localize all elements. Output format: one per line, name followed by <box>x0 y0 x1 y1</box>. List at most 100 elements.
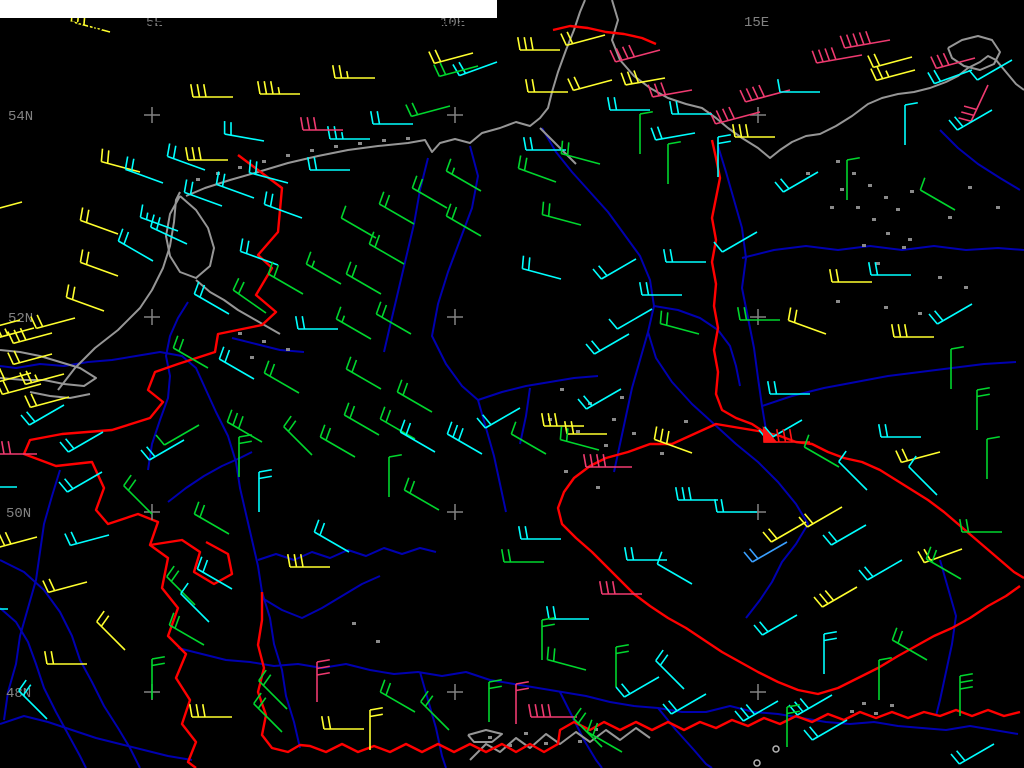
wind-barb <box>42 578 88 594</box>
wind-barb <box>510 421 547 455</box>
terrain-speck <box>862 244 866 247</box>
wind-barb <box>586 719 623 753</box>
wind-barb <box>452 61 498 77</box>
wind-barb <box>263 360 300 394</box>
map-title-text: SON 02.03.08 00:00 UTC Bodenwettermeldun… <box>17 19 494 34</box>
wind-barb <box>500 549 544 563</box>
wind-barb <box>762 426 810 443</box>
wind-barb <box>986 435 1000 479</box>
wind-barb <box>379 679 416 713</box>
graticule-label: 15E <box>744 15 769 31</box>
wind-barb <box>919 177 956 211</box>
terrain-speck <box>852 172 856 175</box>
river <box>939 129 1021 191</box>
river <box>935 559 957 717</box>
terrain-speck <box>902 246 906 249</box>
terrain-speck <box>286 154 290 157</box>
wind-barb <box>124 156 164 184</box>
terrain-speck <box>968 186 972 189</box>
wind-barb <box>331 65 375 79</box>
wind-barb <box>232 277 267 314</box>
terrain-speck <box>564 470 568 473</box>
wind-barb <box>517 526 561 540</box>
terrain-speck <box>886 232 890 235</box>
calm-station-icon <box>753 759 761 767</box>
wind-barb <box>976 386 990 430</box>
river <box>761 361 1017 407</box>
river <box>0 715 193 761</box>
wind-barb <box>928 303 973 325</box>
wind-barb <box>20 404 65 426</box>
wind-barb <box>0 367 32 383</box>
terrain-speck <box>964 286 968 289</box>
wind-barb <box>403 477 440 511</box>
wind-barb <box>267 261 304 295</box>
terrain-speck <box>286 348 290 351</box>
terrain-speck <box>856 206 860 209</box>
wind-barb <box>345 356 382 390</box>
wind-barb <box>155 424 200 446</box>
river <box>147 301 189 471</box>
wind-barb <box>585 333 630 355</box>
wind-barb <box>59 431 104 453</box>
terrain-speck <box>632 432 636 435</box>
wind-barb <box>823 630 837 674</box>
calm-station-icon <box>772 745 780 753</box>
wind-barb <box>123 474 153 515</box>
terrain-speck <box>310 149 314 152</box>
wind-barb <box>650 126 696 141</box>
wind-barb <box>64 531 110 547</box>
terrain-speck <box>884 196 888 199</box>
terrain-speck <box>840 188 844 191</box>
wind-barb <box>904 101 918 145</box>
wind-barb <box>734 700 779 722</box>
wind-barb <box>541 201 582 226</box>
country-border <box>710 139 765 433</box>
terrain-speck <box>836 160 840 163</box>
wind-barb <box>813 586 858 608</box>
wind-barb <box>895 448 941 464</box>
wind-barb <box>313 519 350 553</box>
river <box>519 387 531 445</box>
wind-barb <box>606 97 650 111</box>
weather-map-app: 5E10E15E54N52N50N48N SON 02.03.08 00:00 … <box>0 0 1024 768</box>
wind-barb <box>717 133 731 177</box>
terrain-speck <box>544 742 548 745</box>
terrain-speck <box>604 444 608 447</box>
wind-barb <box>488 678 502 722</box>
coastline <box>57 191 181 391</box>
terrain-speck <box>358 142 362 145</box>
terrain-speck <box>806 172 810 175</box>
terrain-speck <box>908 238 912 241</box>
wind-barb <box>388 453 402 497</box>
terrain-speck <box>862 702 866 705</box>
wind-barb <box>656 551 693 585</box>
wind-barb <box>877 424 921 438</box>
river <box>261 575 381 619</box>
terrain-speck <box>884 306 888 309</box>
terrain-speck <box>850 710 854 713</box>
terrain-speck <box>596 486 600 489</box>
wind-barb <box>615 643 629 687</box>
wind-barb <box>306 157 350 171</box>
wind-barb <box>428 49 474 65</box>
terrain-speck <box>376 640 380 643</box>
wind-barb <box>193 501 230 535</box>
wind-barb <box>79 207 119 235</box>
wind-barb <box>655 649 685 690</box>
river <box>257 547 437 561</box>
wind-barb <box>0 531 38 548</box>
wind-barb <box>870 66 916 82</box>
terrain-speck <box>918 312 922 315</box>
wind-barb <box>846 156 860 200</box>
wind-barb <box>890 324 934 338</box>
wind-barb <box>567 76 613 92</box>
wind-barb <box>774 171 819 193</box>
wind-barb <box>659 310 700 335</box>
river <box>231 337 305 353</box>
map-title-bar: SON 02.03.08 00:00 UTC Bodenwettermeldun… <box>0 0 498 34</box>
wind-barb <box>560 31 606 47</box>
terrain-speck <box>890 704 894 707</box>
terrain-speck <box>830 206 834 209</box>
wind-barb <box>299 117 343 131</box>
